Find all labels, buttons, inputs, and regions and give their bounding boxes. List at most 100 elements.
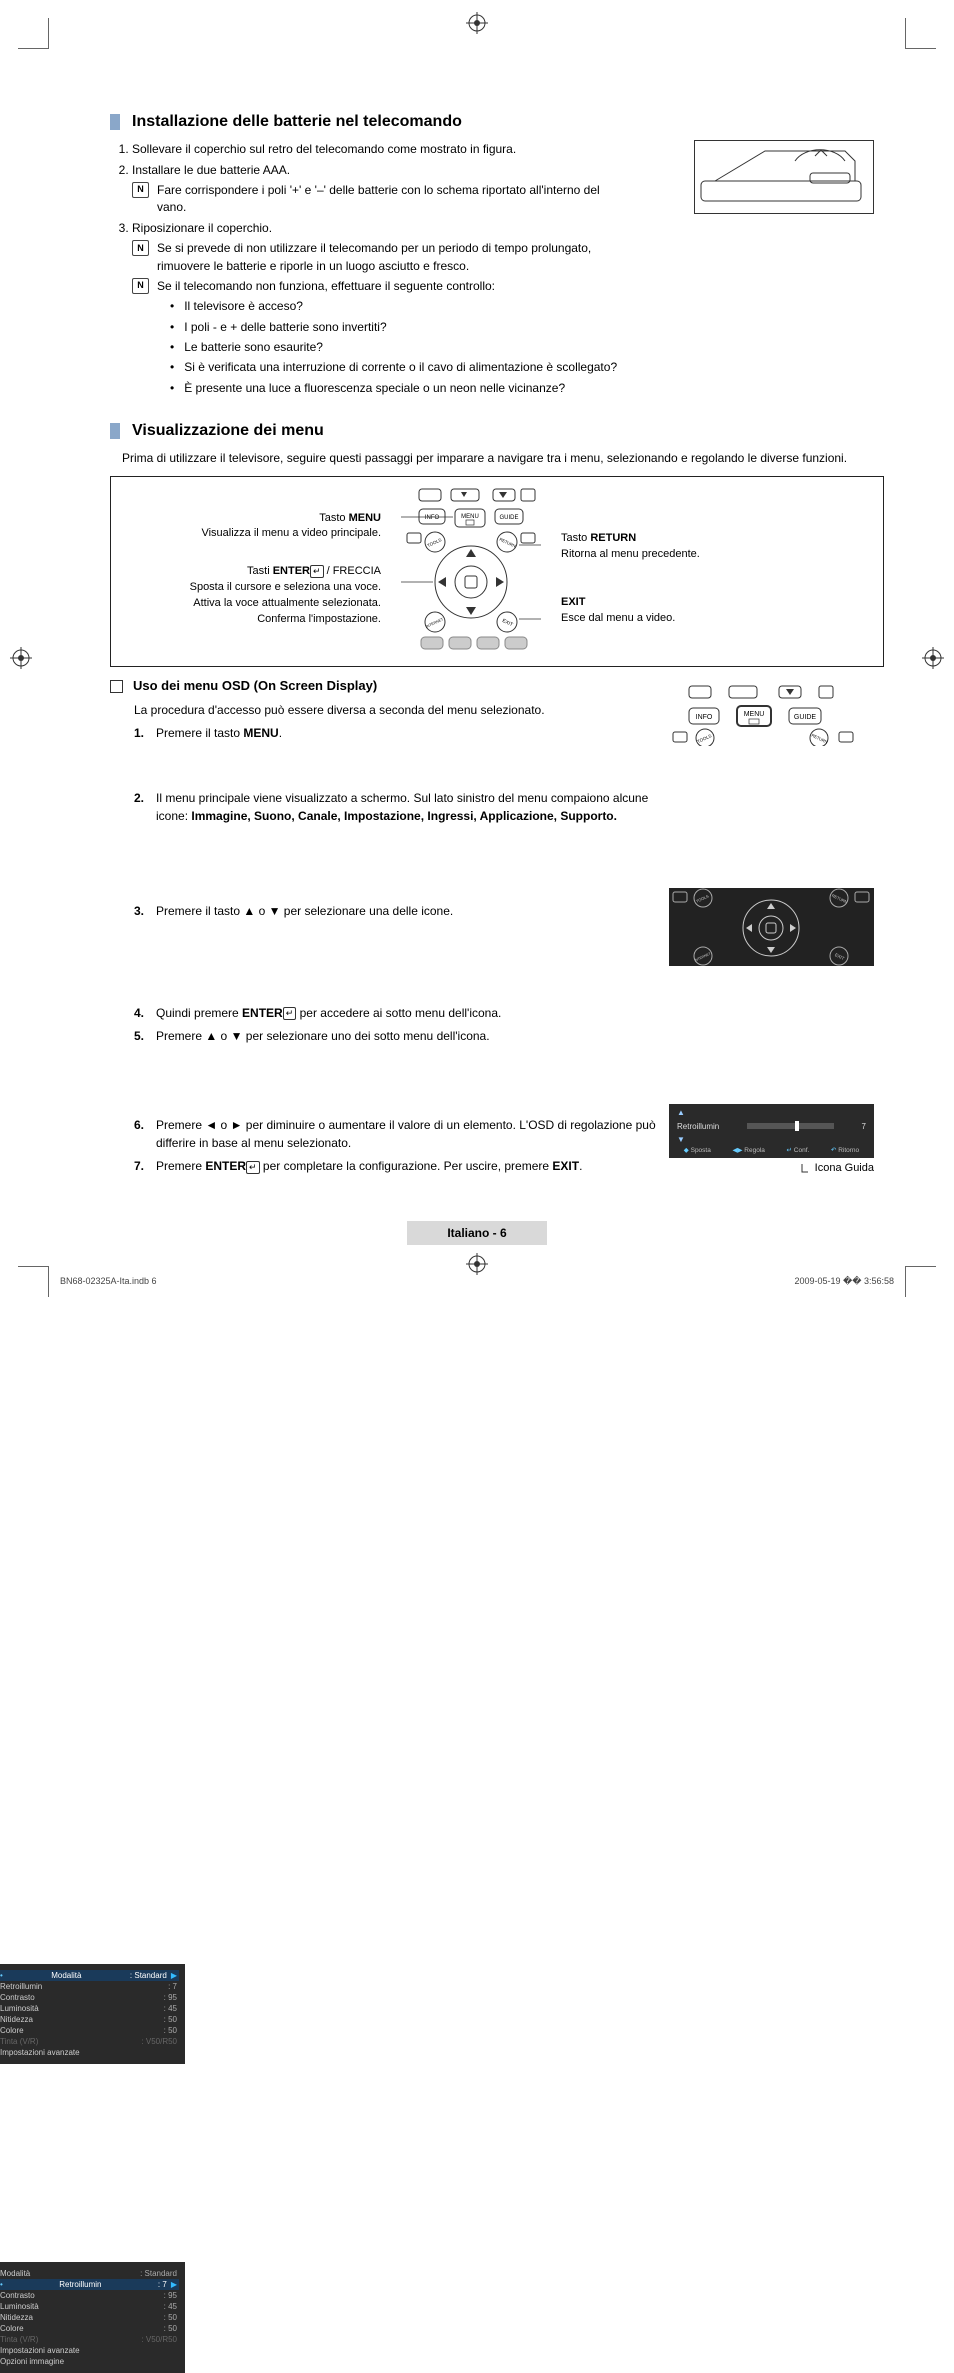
label-bold: RETURN [590,532,636,544]
mini-remote-figure-1: INFO MENU GUIDE TOOLS RETURN [669,682,874,751]
osd-row: Colore: 50 [0,2025,179,2036]
adjust-name: Retroillumin [677,1122,719,1131]
step-text: Riposizionare il coperchio. [132,221,272,235]
osd-row: Contrasto: 95 [0,1992,179,2003]
up-arrow-icon: ▲ [677,1108,685,1117]
step-number: 7. [134,1158,156,1175]
list-item: I poli - e + delle batterie sono inverti… [170,319,884,336]
step-text: Il menu principale viene visualizzato a … [156,790,656,825]
step-text: Quindi premere ENTER↵ per accedere ai so… [156,1005,656,1022]
section-heading-menus: Visualizzazione dei menu [110,419,884,442]
label-prefix: Tasto [561,532,590,544]
svg-text:INTERNET: INTERNET [425,617,445,629]
enter-icon: ↵ [283,1007,297,1020]
osd-row: Impostazioni avanzate [0,2345,179,2356]
square-bullet-icon [110,680,123,693]
battery-install-figure [694,140,874,214]
osd-row: Retroillumin: 7 [0,1981,179,1992]
step-text: Installare le due batterie AAA. [132,163,290,177]
svg-text:TOOLS: TOOLS [696,733,712,744]
osd-row: Tinta (V/R): V50/R50 [0,2334,179,2345]
subheading-text: Uso dei menu OSD (On Screen Display) [133,677,377,696]
document-footer: BN68-02325A-Ita.indb 6 2009-05-19 �� 3:5… [60,1276,894,1287]
heading-text: Installazione delle batterie nel telecom… [132,110,462,133]
heading-text: Visualizzazione dei menu [132,419,324,442]
step-text: Premere ▲ o ▼ per selezionare uno dei so… [156,1028,656,1045]
osd-row: • Retroillumin: 7▶ [0,2279,179,2290]
menu-button-label: Tasto MENU Visualizza il menu a video pr… [121,511,381,543]
osd-row: Nitidezza: 50 [0,2014,179,2025]
section-intro: Prima di utilizzare il televisore, segui… [122,450,884,467]
svg-text:MENU: MENU [461,514,479,520]
registration-mark [10,647,32,669]
label-bold: EXIT [561,596,585,608]
note-text: Fare corrispondere i poli '+' e '–' dell… [157,182,607,217]
section-heading-batteries: Installazione delle batterie nel telecom… [110,110,884,133]
svg-text:GUIDE: GUIDE [794,714,817,721]
svg-text:EXIT: EXIT [501,618,514,628]
osd-row: Luminosità: 45 [0,2003,179,2014]
step-number: 5. [134,1028,156,1045]
step-number: 1. [134,725,156,742]
label-desc: Conferma l'impostazione. [257,613,381,625]
label-desc: Sposta il cursore e seleziona una voce. [190,581,381,593]
crop-mark [905,18,936,49]
troubleshoot-list: Il televisore è acceso? I poli - e + del… [170,298,884,397]
list-item: È presente una luce a fluorescenza speci… [170,380,884,397]
page-footer: Italiano - 6 [0,1221,954,1245]
adjust-footer: ◆ Sposta ◀▶ Regola ↵ Conf. ↶ Ritorno [673,1144,870,1154]
crop-mark [18,1266,49,1297]
registration-mark [466,1253,488,1275]
label-desc: Visualizza il menu a video principale. [201,527,381,539]
heading-accent-bar [110,114,120,130]
doc-filename: BN68-02325A-Ita.indb 6 [60,1276,157,1287]
return-button-label: Tasto RETURN Ritorna al menu precedente. [561,531,811,563]
label-desc: Attiva la voce attualmente selezionata. [193,597,381,609]
svg-text:RETURN: RETURN [831,893,848,905]
step-text: Sollevare il coperchio sul retro del tel… [132,142,516,156]
note-text: Se si prevede di non utilizzare il telec… [157,240,607,275]
step-number: 2. [134,790,156,825]
step-text: Premere il tasto MENU. [156,725,656,742]
osd-screenshot-2: Immagine Modalità: Standard• Retroillumi… [0,2262,185,2373]
registration-mark [922,647,944,669]
svg-text:TOOLS: TOOLS [695,893,710,903]
label-prefix: Tasti [247,565,273,577]
page-number: Italiano - 6 [407,1221,546,1245]
step-number: 3. [134,903,156,920]
list-item: Le batterie sono esaurite? [170,339,884,356]
label-suffix: / FRECCIA [324,565,381,577]
label-bold: MENU [349,512,381,524]
remote-figure: INFO MENU GUIDE TOOLS RETURN [391,487,551,652]
mini-remote-figure-2: TOOLS RETURN INTERNET EXIT [669,888,874,966]
registration-mark [466,12,488,34]
enter-icon: ↵ [246,1161,260,1174]
osd-row: Impostazioni avanzate [0,2047,179,2058]
note-icon: N [132,182,149,198]
osd-row: Contrasto: 95 [0,2290,179,2301]
note-text: Se il telecomando non funziona, effettua… [157,278,495,295]
svg-text:INTERNET: INTERNET [694,951,712,962]
doc-timestamp: 2009-05-19 �� 3:56:58 [794,1276,894,1287]
osd-row: Luminosità: 45 [0,2301,179,2312]
adjust-value: 7 [862,1122,866,1131]
osd-row: Nitidezza: 50 [0,2312,179,2323]
osd-row: • Modalità: Standard▶ [0,1970,179,1981]
note-icon: N [132,240,149,256]
label-bold: ENTER [273,565,310,577]
step-text: Premere ENTER↵ per completare la configu… [156,1158,656,1175]
note-icon: N [132,278,149,294]
enter-button-label: Tasti ENTER↵ / FRECCIA Sposta il cursore… [121,564,381,628]
label-prefix: Tasto [319,512,348,524]
svg-text:TOOLS: TOOLS [426,537,442,548]
label-desc: Ritorna al menu precedente. [561,548,700,560]
remote-diagram-box: Tasto MENU Visualizza il menu a video pr… [110,476,884,667]
svg-text:EXIT: EXIT [834,952,845,961]
svg-text:RETURN: RETURN [499,537,517,549]
step-text: Premere ◄ o ► per diminuire o aumentare … [156,1117,656,1152]
osd-row: Modalità: Standard [0,2268,179,2279]
step-number: 4. [134,1005,156,1022]
heading-accent-bar [110,423,120,439]
step-text: Premere il tasto ▲ o ▼ per selezionare u… [156,903,656,920]
svg-text:INFO: INFO [696,714,713,721]
